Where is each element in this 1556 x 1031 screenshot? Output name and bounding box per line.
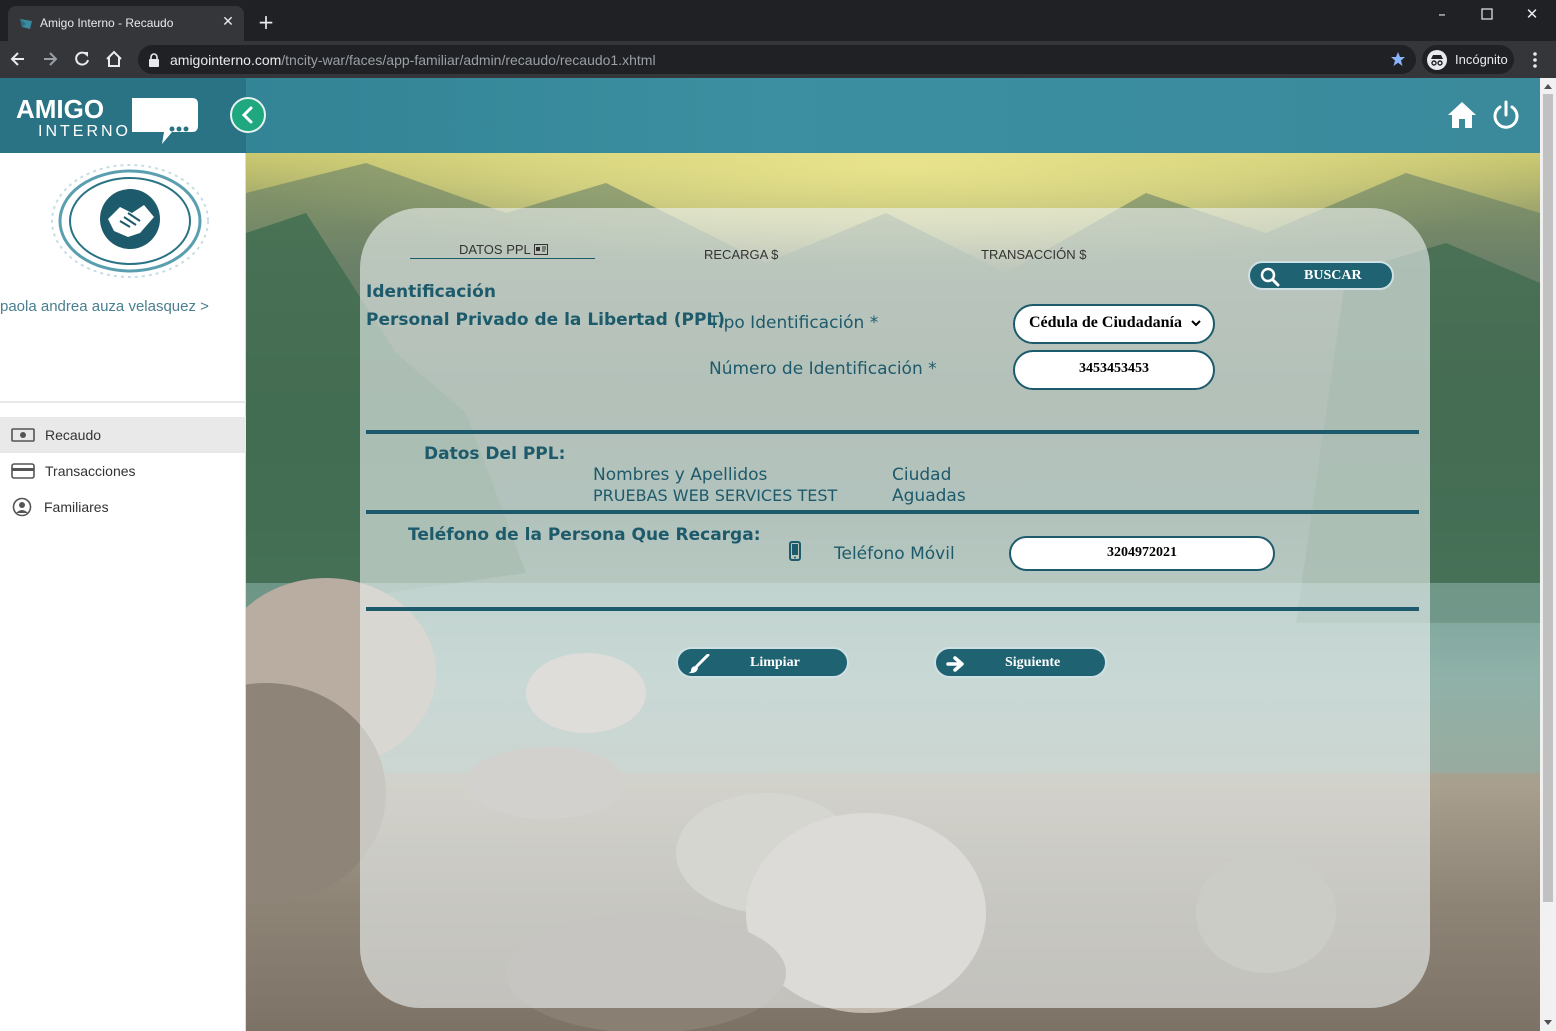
page-viewport: AMIGO INTERNO paola andrea auza velasque…: [0, 78, 1556, 1031]
scroll-thumb[interactable]: [1543, 94, 1553, 902]
close-tab-icon[interactable]: ✕: [220, 14, 236, 30]
app-header: AMIGO INTERNO: [0, 78, 1540, 153]
svg-text:AMIGO: AMIGO: [16, 94, 104, 124]
incognito-icon: [1427, 50, 1447, 70]
siguiente-label: Siguiente: [1005, 655, 1061, 670]
ciudad-label: Ciudad: [892, 465, 952, 485]
section-divider: [366, 607, 1419, 611]
id-card-icon: [533, 244, 548, 255]
telefono-movil-input[interactable]: 3204972021: [1009, 536, 1275, 571]
sidebar-item-familiares[interactable]: Familiares: [0, 489, 246, 525]
arrow-right-icon: [946, 656, 964, 672]
handshake-logo-icon: [51, 164, 209, 278]
chevron-left-icon: [241, 106, 253, 124]
siguiente-button[interactable]: Siguiente: [934, 647, 1107, 678]
tab-title: Amigo Interno - Recaudo: [40, 16, 174, 30]
datos-ppl-heading: Datos Del PPL:: [424, 444, 566, 464]
section-divider: [366, 430, 1419, 434]
incognito-label: Incógnito: [1455, 52, 1508, 67]
close-window-icon[interactable]: ✕: [1517, 4, 1547, 24]
forward-icon[interactable]: [40, 49, 60, 69]
numero-identificacion-label: Número de Identificación *: [709, 359, 937, 379]
telefono-heading: Teléfono de la Persona Que Recarga:: [408, 525, 761, 545]
sidebar-divider: [0, 401, 246, 403]
svg-text:INTERNO: INTERNO: [38, 123, 131, 140]
sidebar-item-recaudo[interactable]: Recaudo: [0, 417, 246, 453]
ciudad-value: Aguadas: [892, 486, 966, 506]
home-browser-icon[interactable]: [104, 49, 124, 69]
credit-card-icon: [11, 463, 35, 479]
user-name-link[interactable]: paola andrea auza velasquez >: [0, 298, 209, 315]
paintbrush-icon: [688, 654, 710, 674]
tipo-identificacion-select[interactable]: Cédula de Ciudadanía: [1013, 304, 1215, 344]
user-circle-icon: [12, 497, 32, 517]
telefono-movil-label: Teléfono Móvil: [834, 544, 955, 564]
reload-icon[interactable]: [72, 49, 92, 69]
sidebar-item-label: Transacciones: [45, 463, 136, 479]
incognito-badge[interactable]: Incógnito: [1422, 45, 1514, 74]
nombres-label: Nombres y Apellidos: [593, 465, 768, 485]
tab-recarga[interactable]: RECARGA $: [704, 247, 778, 262]
minimize-icon[interactable]: –: [1427, 4, 1457, 24]
power-icon[interactable]: [1490, 99, 1522, 131]
chevron-down-icon: [1191, 320, 1201, 327]
identificacion-subheading: Personal Privado de la Libertad (PPL): [366, 310, 726, 330]
scroll-up-icon[interactable]: [1544, 84, 1552, 89]
active-tab-indicator: [410, 258, 595, 259]
numero-identificacion-value: 3453453453: [1079, 361, 1149, 376]
limpiar-label: Limpiar: [750, 655, 800, 670]
logo-area: AMIGO INTERNO: [0, 78, 246, 153]
url-text: amigointerno.com/tncity-war/faces/app-fa…: [170, 52, 656, 68]
browser-toolbar: amigointerno.com/tncity-war/faces/app-fa…: [0, 41, 1556, 78]
buscar-label: BUSCAR: [1304, 268, 1362, 283]
browser-tab[interactable]: Amigo Interno - Recaudo ✕: [8, 6, 244, 41]
back-icon[interactable]: [8, 49, 28, 69]
amigo-favicon-icon: [20, 19, 32, 29]
buscar-button[interactable]: BUSCAR: [1248, 261, 1394, 290]
money-icon: [11, 428, 35, 442]
sidebar-item-label: Familiares: [44, 499, 109, 515]
address-bar[interactable]: amigointerno.com/tncity-war/faces/app-fa…: [138, 45, 1416, 74]
amigo-interno-logo[interactable]: AMIGO INTERNO: [12, 92, 212, 152]
tipo-identificacion-value: Cédula de Ciudadanía: [1029, 314, 1182, 331]
sidebar-item-label: Recaudo: [45, 427, 102, 443]
page-scrollbar[interactable]: [1540, 78, 1556, 1031]
browser-tabbar: Amigo Interno - Recaudo ✕ + – ✕: [0, 0, 1556, 41]
sidebar-item-transacciones[interactable]: Transacciones: [0, 453, 246, 489]
maximize-icon[interactable]: [1472, 4, 1502, 24]
collapse-sidebar-button[interactable]: [230, 97, 266, 133]
browser-menu-icon[interactable]: [1527, 50, 1543, 70]
tab-datos-ppl[interactable]: DATOS PPL: [459, 242, 548, 257]
limpiar-button[interactable]: Limpiar: [676, 647, 849, 678]
new-tab-icon[interactable]: +: [256, 12, 276, 32]
mobile-phone-icon: [789, 541, 801, 561]
section-divider: [366, 510, 1419, 514]
numero-identificacion-input[interactable]: 3453453453: [1013, 350, 1215, 390]
search-icon: [1260, 267, 1280, 287]
tipo-identificacion-label: Tipo Identificación *: [709, 313, 879, 333]
sidebar: paola andrea auza velasquez > Recaudo Tr…: [0, 153, 246, 1031]
nombres-value: PRUEBAS WEB SERVICES TEST: [593, 486, 838, 505]
home-icon[interactable]: [1446, 100, 1478, 130]
telefono-movil-value: 3204972021: [1107, 545, 1177, 560]
identificacion-heading: Identificación: [366, 282, 496, 302]
scroll-down-icon[interactable]: [1544, 1020, 1552, 1025]
tab-transaccion[interactable]: TRANSACCIÓN $: [981, 247, 1086, 262]
lock-icon: [149, 53, 159, 67]
bookmark-star-icon[interactable]: [1390, 51, 1406, 67]
